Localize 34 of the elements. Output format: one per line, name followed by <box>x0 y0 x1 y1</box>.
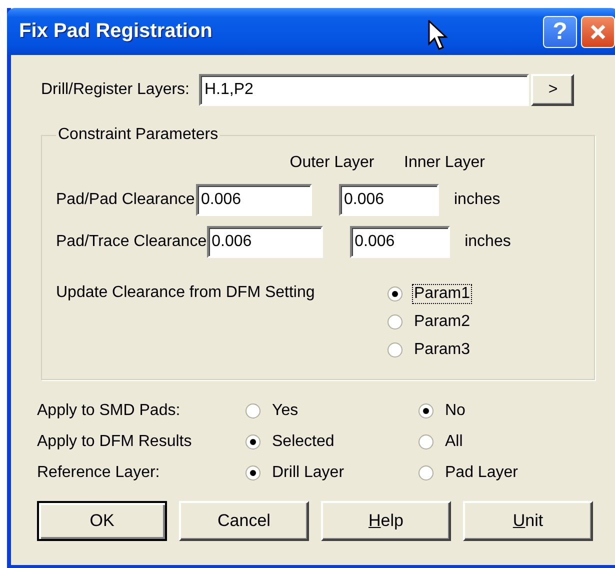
dialog-button[interactable]: Unit <box>463 501 593 541</box>
radio-button[interactable]: All <box>418 432 465 452</box>
field-label: Update Clearance from DFM Setting <box>56 284 316 303</box>
group-title: Constraint Parameters <box>57 126 220 144</box>
radio-button[interactable]: Selected <box>245 432 336 452</box>
field-label: Pad/Pad Clearance <box>56 191 196 209</box>
radio-button[interactable]: Param3 <box>387 340 472 360</box>
field-label: Drill/Register Layers: <box>41 81 190 99</box>
cursor-icon <box>428 20 450 52</box>
column-header: Inner Layer <box>404 154 485 172</box>
radio-button[interactable]: Drill Layer <box>245 463 346 483</box>
dialog-button[interactable]: OK <box>37 501 167 541</box>
dialog-button[interactable]: Help <box>321 501 451 541</box>
dialog-button[interactable]: Cancel <box>179 501 309 541</box>
option-label: Apply to SMD Pads: <box>37 402 182 420</box>
clearance-field[interactable]: 0.006 <box>350 226 450 258</box>
clearance-field[interactable]: 0.006 <box>196 184 312 216</box>
radio-button[interactable]: Pad Layer <box>418 463 520 483</box>
close-icon <box>589 22 607 40</box>
option-label: Apply to DFM Results <box>37 433 193 451</box>
unit-label: inches <box>464 233 512 251</box>
field-label: Pad/Trace Clearance <box>56 233 207 251</box>
radio-button[interactable]: No <box>418 401 468 421</box>
radio-button[interactable]: Yes <box>245 401 300 421</box>
column-header: Outer Layer <box>288 154 376 172</box>
window-title: Fix Pad Registration <box>19 20 212 43</box>
unit-label: inches <box>454 191 502 209</box>
clearance-field[interactable]: 0.006 <box>339 184 439 216</box>
clearance-field[interactable]: 0.006 <box>206 226 323 258</box>
layers-field[interactable]: H.1,P2 <box>199 74 530 106</box>
radio-button[interactable]: Param2 <box>387 312 472 332</box>
option-label: Reference Layer: <box>37 464 161 482</box>
browse-button[interactable]: > <box>531 74 574 106</box>
close-button[interactable] <box>581 16 615 48</box>
